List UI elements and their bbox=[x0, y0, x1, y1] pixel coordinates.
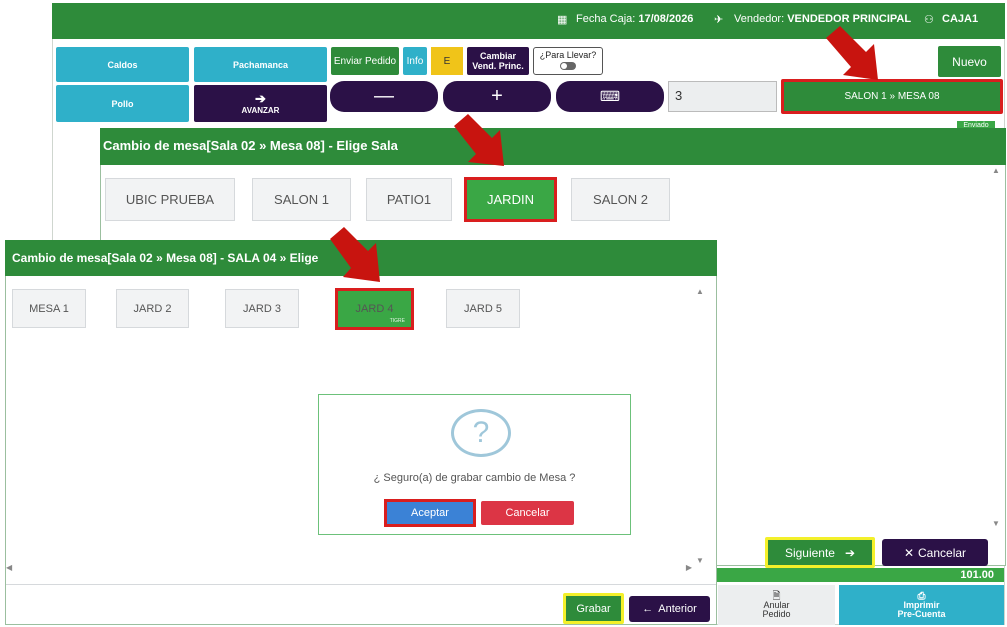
arrow-annotation-2 bbox=[454, 114, 504, 166]
arrow-annotation-3 bbox=[330, 227, 380, 282]
screen: ▦ Fecha Caja: 17/08/2026 ✈ Vendedor: VEN… bbox=[0, 0, 1007, 627]
arrow-annotation-1 bbox=[826, 26, 878, 80]
annotation-arrows bbox=[330, 26, 878, 282]
